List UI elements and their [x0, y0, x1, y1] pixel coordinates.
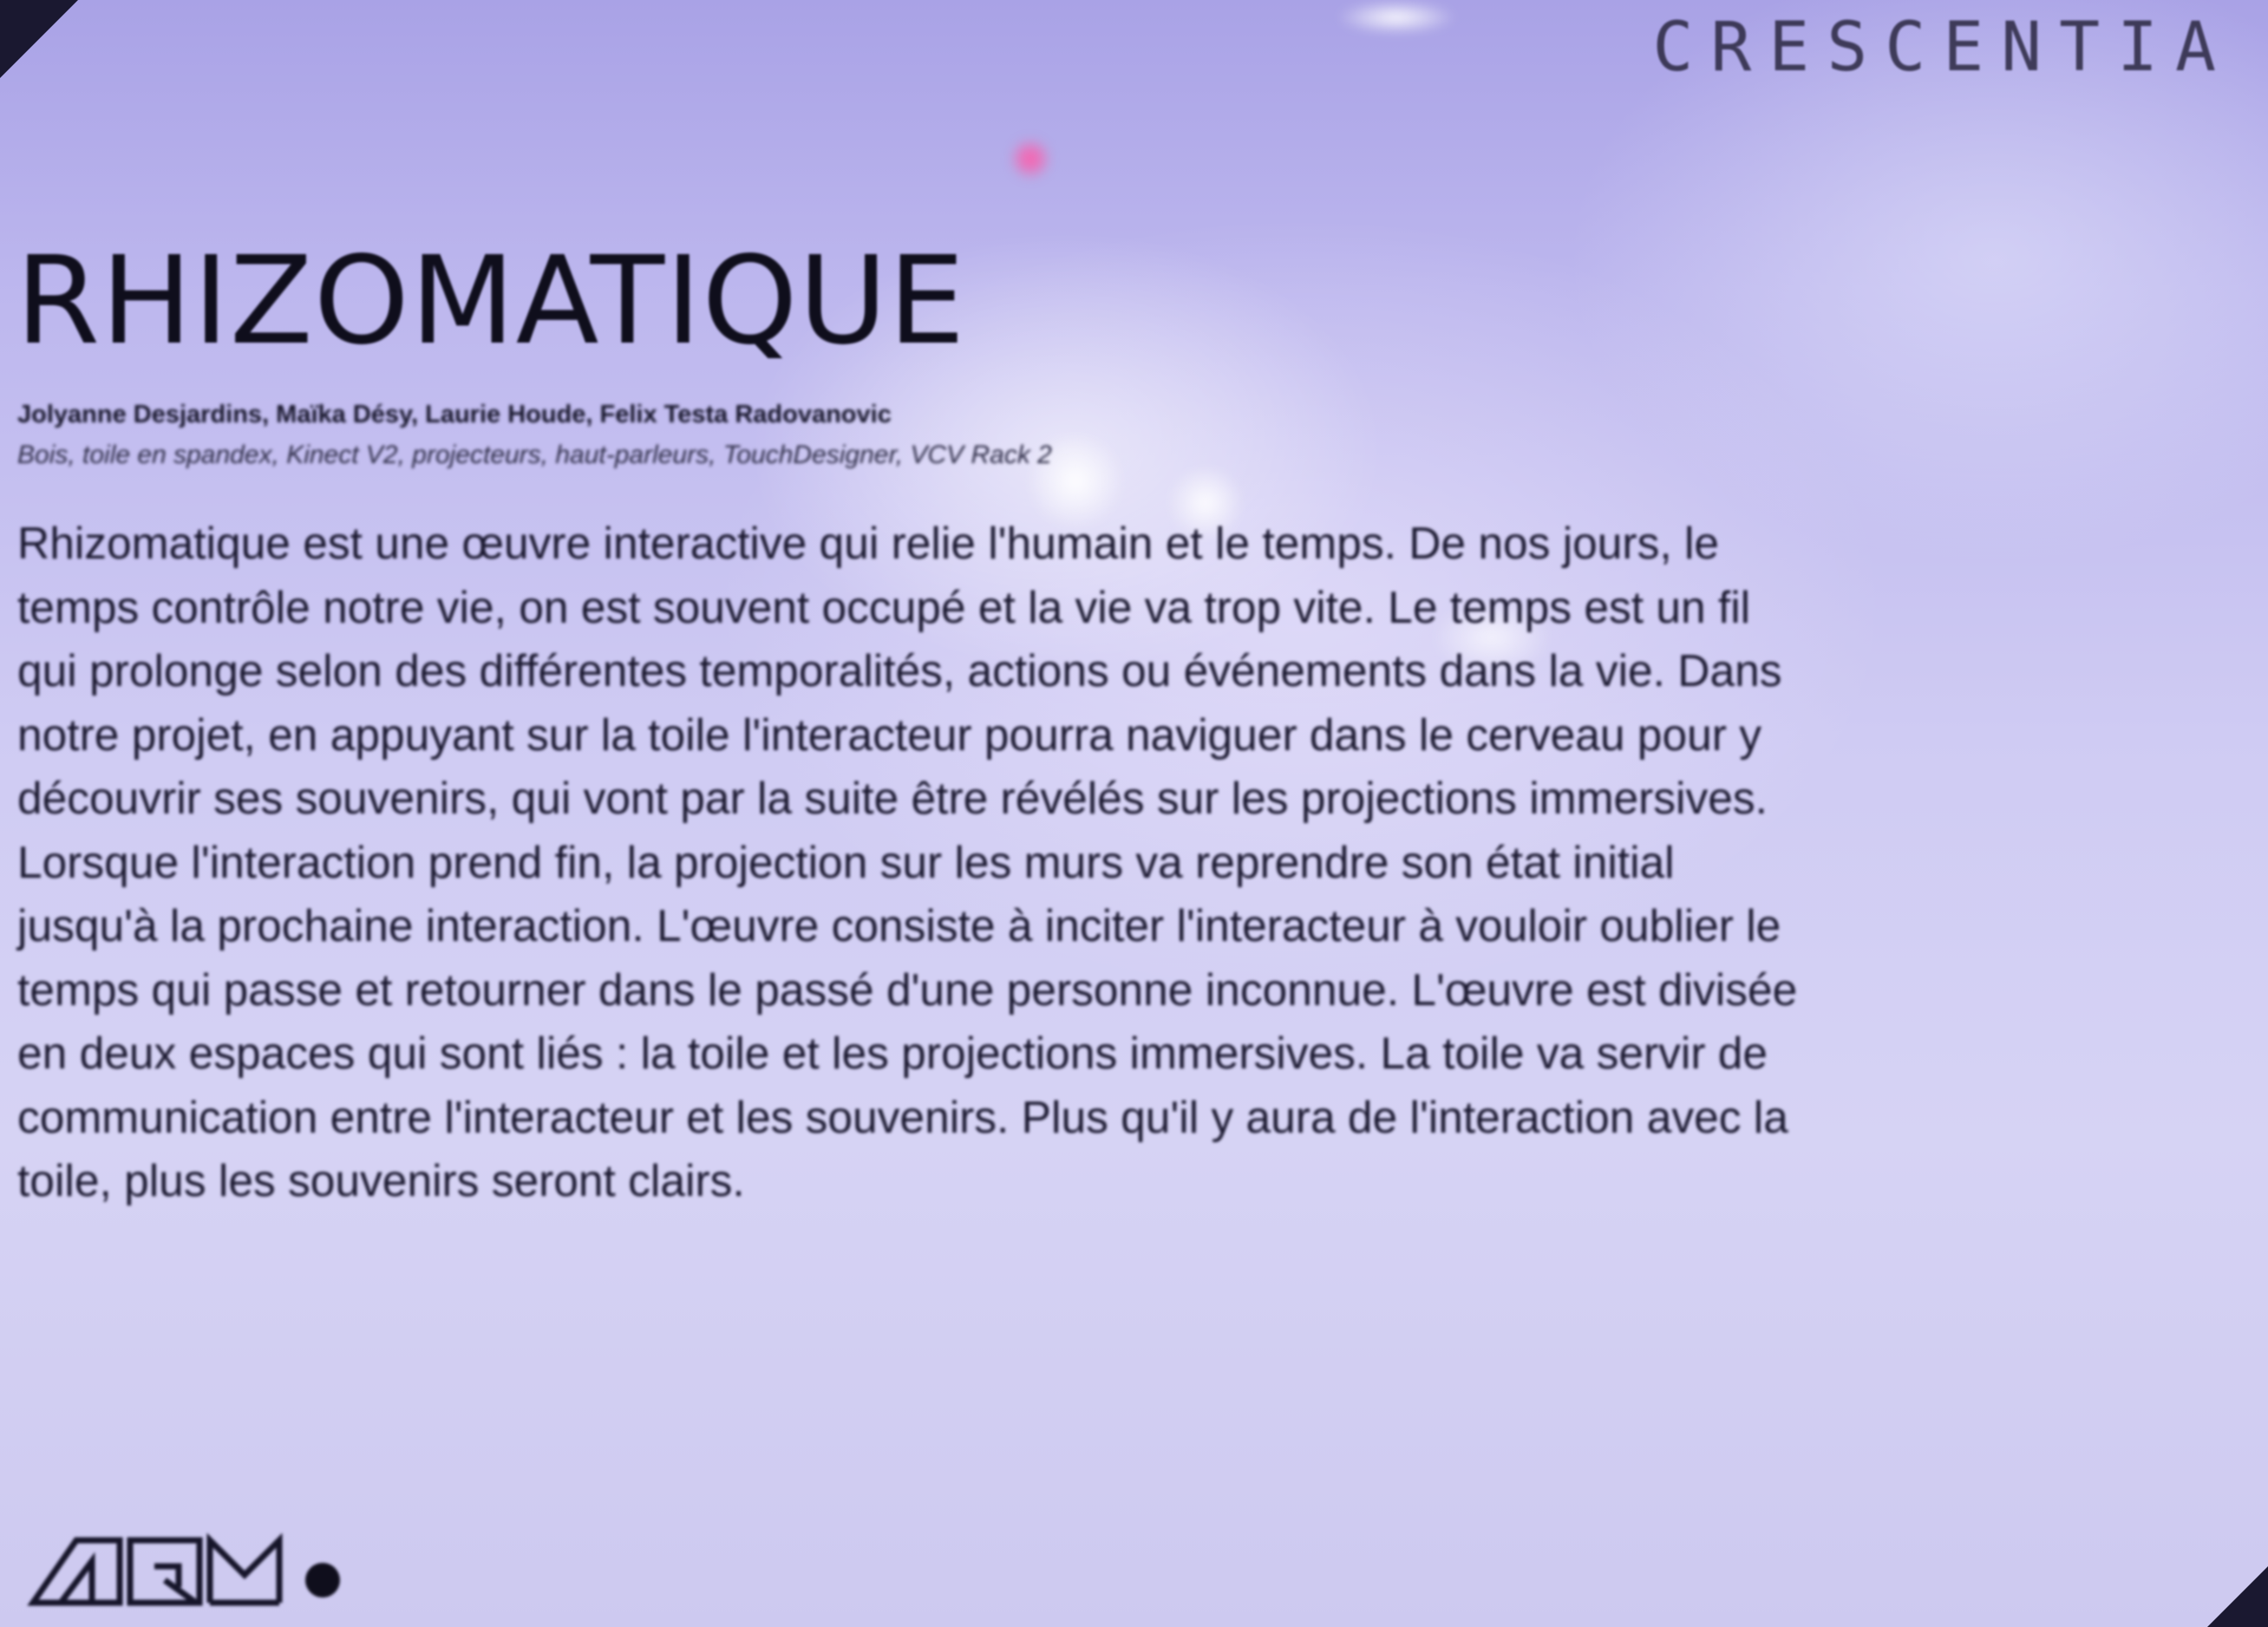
- dark-corner-top-left: [0, 0, 78, 78]
- description-line: temps contrôle notre vie, on est souvent…: [17, 581, 1751, 632]
- artwork-materials: Bois, toile en spandex, Kinect V2, proje…: [17, 441, 1052, 469]
- description-line: en deux espaces qui sont liés : la toile…: [17, 1028, 1768, 1078]
- exhibition-brand: CRESCENTIA: [1652, 9, 2233, 87]
- description-line: découvrir ses souvenirs, qui vont par la…: [17, 773, 1768, 823]
- pink-light-reflection: [1010, 139, 1050, 179]
- description-line: qui prolonge selon des différentes tempo…: [17, 645, 1782, 696]
- artwork-title: RHIZOMATIQUE: [16, 231, 966, 372]
- description-line: jusqu'à la prochaine interaction. L'œuvr…: [17, 900, 1781, 951]
- description-line: temps qui passe et retourner dans le pas…: [17, 964, 1798, 1015]
- artwork-authors: Jolyanne Desjardins, Maïka Désy, Laurie …: [17, 401, 892, 428]
- dark-corner-bottom-right: [2207, 1566, 2268, 1627]
- description-line: toile, plus les souvenirs seront clairs.: [17, 1155, 745, 1206]
- description-line: notre projet, en appuyant sur la toile l…: [17, 709, 1761, 760]
- description-line: Lorsque l'interaction prend fin, la proj…: [17, 836, 1675, 887]
- description-line: Rhizomatique est une œuvre interactive q…: [17, 518, 1720, 568]
- artwork-description: Rhizomatique est une œuvre interactive q…: [17, 512, 2246, 1213]
- aqm-logo: [26, 1518, 356, 1613]
- description-line: communication entre l'interacteur et les…: [17, 1091, 1788, 1142]
- light-reflection-top: [1336, 0, 1457, 35]
- exhibit-label-photo: CRESCENTIA RHIZOMATIQUE Jolyanne Desjard…: [0, 0, 2268, 1627]
- aqm-logo-mark: [27, 1532, 340, 1606]
